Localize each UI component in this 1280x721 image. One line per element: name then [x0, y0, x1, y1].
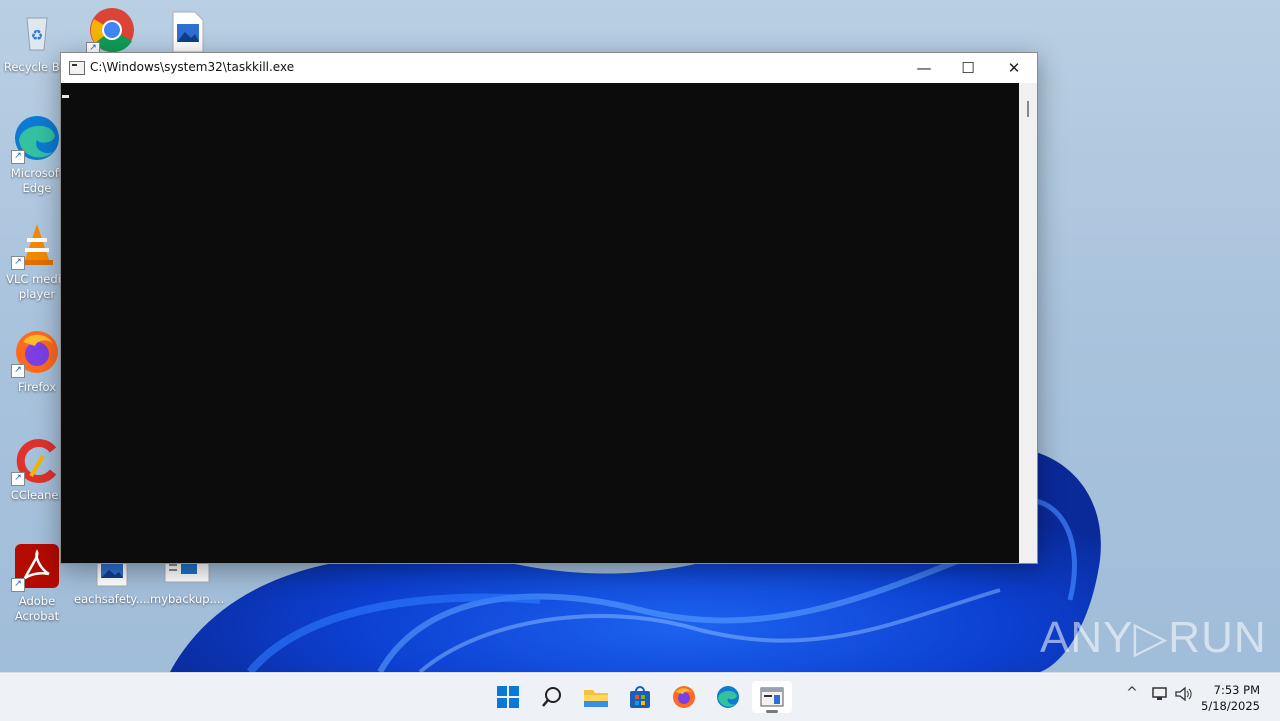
microsoft-store-button[interactable]	[620, 681, 660, 713]
edge-icon: ↗	[11, 114, 61, 164]
store-bag-icon	[630, 686, 650, 708]
shortcut-arrow-icon: ↗	[11, 472, 25, 486]
vertical-scrollbar[interactable]	[1019, 83, 1037, 563]
text-cursor	[62, 95, 69, 98]
desktop-icon-image-file[interactable]	[150, 8, 224, 56]
firefox-taskbar-button[interactable]	[664, 681, 704, 713]
vlc-cone-icon: ↗	[11, 220, 61, 270]
console-app-icon	[69, 61, 85, 75]
shortcut-arrow-icon: ↗	[11, 256, 25, 270]
svg-text:♻: ♻	[31, 28, 44, 44]
image-file-icon	[163, 8, 211, 56]
edge-taskbar-button[interactable]	[708, 681, 748, 713]
firefox-icon	[673, 686, 695, 708]
clock-date: 5/18/2025	[1201, 699, 1260, 713]
close-button[interactable]: ✕	[991, 53, 1037, 83]
window-title: C:\Windows\system32\taskkill.exe	[90, 60, 295, 74]
desktop-icon-chrome[interactable]: ↗	[75, 6, 149, 56]
desktop-icon-label: eachsafety....	[74, 592, 151, 606]
ccleaner-icon: ↗	[11, 436, 61, 486]
network-icon[interactable]	[1150, 685, 1170, 707]
scrollbar-thumb[interactable]	[1027, 101, 1029, 117]
windows-logo-icon	[497, 686, 519, 708]
start-button[interactable]	[488, 681, 528, 713]
chrome-icon: ↗	[86, 6, 136, 56]
file-explorer-button[interactable]	[576, 681, 616, 713]
recycle-bin-icon: ♻	[13, 8, 61, 56]
show-hidden-icons-chevron-icon[interactable]: ^	[1122, 685, 1142, 707]
search-button[interactable]	[532, 681, 572, 713]
console-taskbar-button[interactable]	[752, 681, 792, 713]
clock-time: 7:53 PM	[1213, 683, 1260, 697]
search-icon	[542, 687, 561, 707]
clock[interactable]: 7:53 PM 5/18/2025	[1201, 682, 1260, 714]
shortcut-arrow-icon: ↗	[11, 150, 25, 164]
desktop-icon-label: mybackup....	[150, 592, 225, 606]
edge-icon	[717, 686, 739, 708]
folder-icon	[584, 690, 608, 707]
acrobat-icon: ↗	[11, 542, 61, 592]
volume-icon[interactable]	[1174, 685, 1194, 707]
console-output-area[interactable]	[61, 83, 1019, 563]
shortcut-arrow-icon: ↗	[11, 578, 25, 592]
console-window-icon	[760, 687, 784, 707]
maximize-button[interactable]: ☐	[945, 53, 991, 83]
console-window[interactable]: C:\Windows\system32\taskkill.exe — ☐ ✕	[60, 52, 1038, 564]
minimize-button[interactable]: —	[901, 53, 947, 83]
taskbar: ^ 7:53 PM 5/18/2025	[0, 672, 1280, 721]
desktop-icon-label: Adobe Acrobat	[14, 594, 60, 623]
shortcut-arrow-icon: ↗	[11, 364, 25, 378]
anyrun-watermark: ANY▷RUN	[1040, 613, 1267, 662]
window-titlebar[interactable]: C:\Windows\system32\taskkill.exe — ☐ ✕	[61, 53, 1037, 83]
firefox-icon: ↗	[11, 328, 61, 378]
